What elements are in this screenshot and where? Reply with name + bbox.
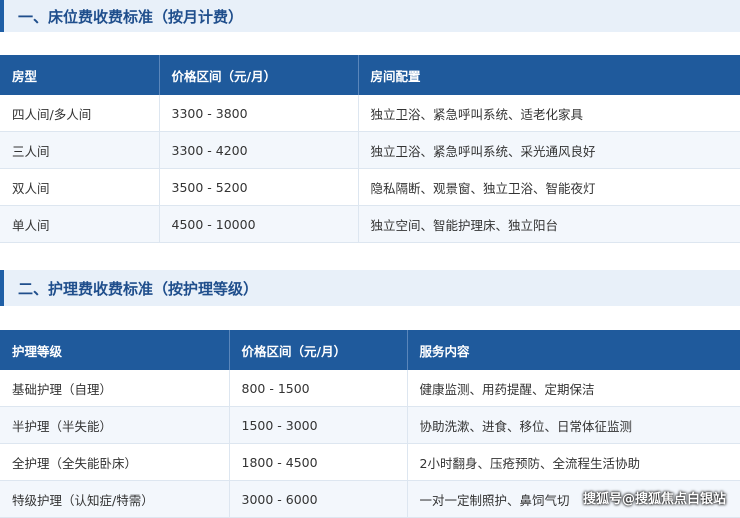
room-type-cell: 三人间 bbox=[0, 131, 160, 169]
price-cell: 4500 - 10000 bbox=[159, 205, 359, 243]
service-cell: 健康监测、用药提醒、定期保洁 bbox=[407, 370, 740, 407]
section-1-title: 一、床位费收费标准（按月计费） bbox=[0, 0, 740, 32]
table-row: 全护理（全失能卧床） 1800 - 4500 2小时翻身、压疮预防、全流程生活协… bbox=[0, 443, 740, 481]
config-cell: 隐私隔断、观景窗、独立卫浴、智能夜灯 bbox=[358, 168, 740, 206]
care-level-cell: 半护理（半失能） bbox=[0, 406, 230, 444]
section-1-title-text: 一、床位费收费标准（按月计费） bbox=[18, 7, 244, 26]
table-header-row: 房型 价格区间（元/月） 房间配置 bbox=[0, 55, 740, 95]
config-cell: 独立卫浴、紧急呼叫系统、适老化家具 bbox=[358, 95, 740, 132]
column-header-service-content: 服务内容 bbox=[407, 330, 740, 370]
column-header-price-range: 价格区间（元/月） bbox=[159, 55, 359, 95]
config-cell: 独立卫浴、紧急呼叫系统、采光通风良好 bbox=[358, 131, 740, 169]
price-cell: 1800 - 4500 bbox=[229, 443, 408, 481]
table-row: 基础护理（自理） 800 - 1500 健康监测、用药提醒、定期保洁 bbox=[0, 370, 740, 407]
price-cell: 3300 - 3800 bbox=[159, 95, 359, 132]
section-2-title: 二、护理费收费标准（按护理等级） bbox=[0, 270, 740, 306]
room-type-cell: 双人间 bbox=[0, 168, 160, 206]
service-cell: 协助洗漱、进食、移位、日常体征监测 bbox=[407, 406, 740, 444]
table-header-row: 护理等级 价格区间（元/月） 服务内容 bbox=[0, 330, 740, 370]
watermark: 搜狐号@搜狐焦点白银站 bbox=[582, 492, 726, 507]
room-type-cell: 四人间/多人间 bbox=[0, 95, 160, 132]
table-row: 单人间 4500 - 10000 独立空间、智能护理床、独立阳台 bbox=[0, 205, 740, 243]
care-level-cell: 全护理（全失能卧床） bbox=[0, 443, 230, 481]
column-header-room-type: 房型 bbox=[0, 55, 160, 95]
price-cell: 3500 - 5200 bbox=[159, 168, 359, 206]
table-row: 半护理（半失能） 1500 - 3000 协助洗漱、进食、移位、日常体征监测 bbox=[0, 406, 740, 444]
price-cell: 3000 - 6000 bbox=[229, 480, 408, 518]
config-cell: 独立空间、智能护理床、独立阳台 bbox=[358, 205, 740, 243]
section-2-title-text: 二、护理费收费标准（按护理等级） bbox=[18, 279, 259, 298]
care-level-cell: 特级护理（认知症/特需） bbox=[0, 480, 230, 518]
table-row: 四人间/多人间 3300 - 3800 独立卫浴、紧急呼叫系统、适老化家具 bbox=[0, 95, 740, 132]
column-header-price-range: 价格区间（元/月） bbox=[229, 330, 408, 370]
column-header-room-config: 房间配置 bbox=[358, 55, 740, 95]
table-row: 双人间 3500 - 5200 隐私隔断、观景窗、独立卫浴、智能夜灯 bbox=[0, 168, 740, 206]
price-cell: 3300 - 4200 bbox=[159, 131, 359, 169]
price-cell: 800 - 1500 bbox=[229, 370, 408, 407]
table-row: 三人间 3300 - 4200 独立卫浴、紧急呼叫系统、采光通风良好 bbox=[0, 131, 740, 169]
room-type-cell: 单人间 bbox=[0, 205, 160, 243]
bed-fee-table: 房型 价格区间（元/月） 房间配置 四人间/多人间 3300 - 3800 独立… bbox=[0, 55, 740, 243]
price-cell: 1500 - 3000 bbox=[229, 406, 408, 444]
service-cell: 2小时翻身、压疮预防、全流程生活协助 bbox=[407, 443, 740, 481]
column-header-care-level: 护理等级 bbox=[0, 330, 230, 370]
care-level-cell: 基础护理（自理） bbox=[0, 370, 230, 407]
